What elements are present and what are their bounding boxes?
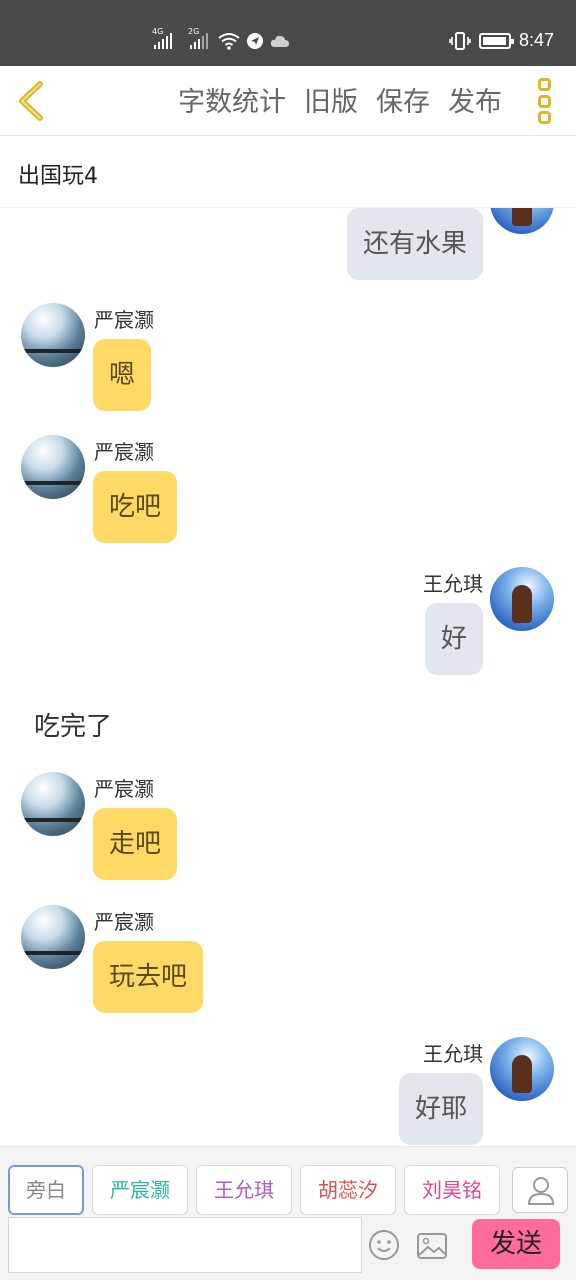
- role-chip-yan[interactable]: 严宸灏: [92, 1165, 188, 1215]
- avatar[interactable]: [21, 905, 85, 969]
- smiley-icon: [369, 1230, 399, 1260]
- chat-area[interactable]: 还有水果 严宸灏 嗯 严宸灏 吃吧 王允琪 好 吃完了 严宸灏 走吧 严宸灏 玩…: [0, 208, 576, 1146]
- publish-button[interactable]: 发布: [448, 80, 502, 119]
- role-selector: 旁白 严宸灏 王允琪 胡蕊汐 刘昊铭: [8, 1165, 508, 1215]
- old-version-button[interactable]: 旧版: [304, 80, 358, 119]
- avatar[interactable]: [490, 1037, 554, 1101]
- location-icon: [247, 33, 263, 49]
- image-button[interactable]: [416, 1231, 448, 1261]
- editor-toolbar: 字数统计 旧版 保存 发布: [0, 66, 576, 136]
- role-chip-narrator[interactable]: 旁白: [8, 1165, 84, 1215]
- avatar[interactable]: [490, 208, 554, 234]
- speaker-name: 王允琪: [423, 1042, 483, 1066]
- status-bar: 4G 2G 8:47: [0, 0, 576, 66]
- speaker-name: 严宸灏: [94, 910, 154, 934]
- manage-roles-button[interactable]: [512, 1167, 568, 1213]
- sim2-label: 2G: [188, 27, 200, 36]
- composer-panel: 旁白 严宸灏 王允琪 胡蕊汐 刘昊铭 发送: [0, 1146, 576, 1280]
- message-bubble[interactable]: 嗯: [93, 339, 152, 411]
- speaker-name: 严宸灏: [94, 440, 154, 464]
- more-dot-icon: [537, 111, 551, 124]
- speaker-name: 王允琪: [423, 572, 483, 596]
- battery-icon: [478, 32, 514, 49]
- clock: 8:47: [518, 30, 554, 50]
- save-button[interactable]: 保存: [376, 80, 430, 119]
- message-input[interactable]: [8, 1217, 362, 1273]
- avatar[interactable]: [21, 435, 85, 499]
- person-icon: [527, 1177, 555, 1205]
- avatar[interactable]: [21, 303, 85, 367]
- message-bubble[interactable]: 还有水果: [346, 208, 483, 280]
- vibrate-icon: [449, 31, 471, 50]
- more-dot-icon: [537, 94, 551, 108]
- avatar[interactable]: [21, 772, 85, 836]
- chevron-left-icon: [19, 81, 43, 121]
- role-chip-hu[interactable]: 胡蕊汐: [300, 1165, 396, 1215]
- wifi-icon: [218, 33, 240, 50]
- message-bubble[interactable]: 吃吧: [93, 471, 178, 543]
- sim1-label: 4G: [152, 27, 164, 36]
- speaker-name: 严宸灏: [94, 777, 154, 801]
- message-bubble[interactable]: 走吧: [93, 808, 178, 880]
- more-menu-button[interactable]: [532, 78, 556, 124]
- word-count-button[interactable]: 字数统计: [178, 80, 286, 119]
- status-icons: 4G 2G: [152, 27, 290, 54]
- image-icon: [417, 1233, 447, 1259]
- avatar[interactable]: [490, 567, 554, 631]
- role-chip-liu[interactable]: 刘昊铭: [404, 1165, 500, 1215]
- document-title[interactable]: 出国玩4: [0, 136, 576, 208]
- toolbar-actions: 字数统计 旧版 保存 发布: [178, 80, 502, 119]
- role-chip-wang[interactable]: 王允琪: [196, 1165, 292, 1215]
- speaker-name: 严宸灏: [94, 308, 154, 332]
- send-button[interactable]: 发送: [472, 1219, 560, 1269]
- message-bubble[interactable]: 好耶: [398, 1073, 483, 1145]
- emoji-button[interactable]: [368, 1229, 400, 1261]
- back-button[interactable]: [12, 78, 52, 124]
- signal-sim2-icon: 2G: [188, 27, 208, 49]
- signal-sim1-icon: 4G: [152, 27, 172, 49]
- message-bubble[interactable]: 好: [424, 603, 483, 675]
- more-dot-icon: [537, 78, 551, 91]
- status-right: 8:47: [449, 30, 554, 51]
- cloud-icon: [270, 35, 289, 47]
- message-bubble[interactable]: 玩去吧: [93, 941, 204, 1013]
- narration-text[interactable]: 吃完了: [34, 706, 112, 743]
